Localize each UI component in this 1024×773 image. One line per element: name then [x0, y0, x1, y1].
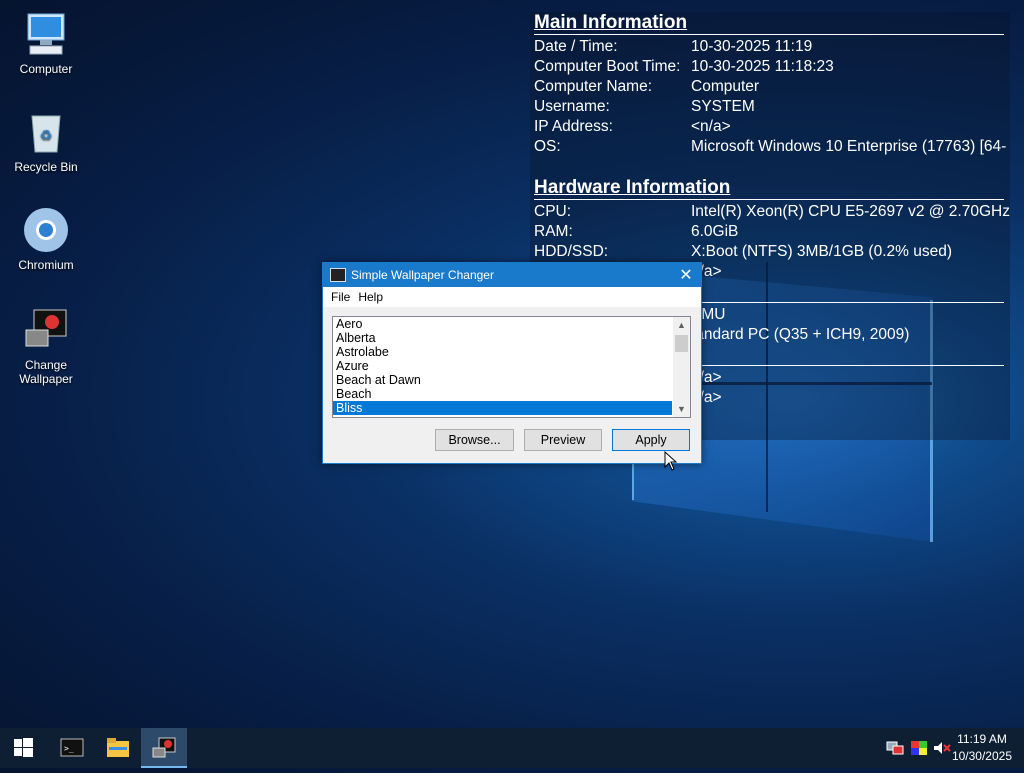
system-clock[interactable]: 11:19 AM 10/30/2025: [952, 731, 1012, 765]
info-key: IP Address:: [534, 118, 613, 135]
menu-file[interactable]: File: [327, 290, 354, 304]
info-key: Computer Boot Time:: [534, 58, 681, 75]
list-item[interactable]: Beach: [333, 387, 672, 401]
browse-button[interactable]: Browse...: [435, 429, 514, 451]
clock-time: 11:19 AM: [957, 732, 1007, 746]
scroll-up-icon[interactable]: ▲: [673, 317, 690, 333]
info-key: HDD/SSD:: [534, 243, 609, 260]
info-row: Computer Boot Time: 10-30-2025 11:18:23: [530, 57, 1010, 77]
recycle-bin-icon: ♻: [22, 108, 70, 156]
divider: [534, 199, 1004, 200]
desktop-icon-label: Computer: [19, 62, 73, 76]
info-value: SYSTEM: [691, 98, 755, 115]
info-value: 6.0GiB: [691, 223, 739, 240]
scroll-down-icon[interactable]: ▼: [673, 401, 690, 417]
info-row: CPU: Intel(R) Xeon(R) CPU E5-2697 v2 @ 2.…: [530, 202, 1010, 222]
info-value: tandard PC (Q35 + ICH9, 2009): [691, 326, 910, 343]
info-value: 10-30-2025 11:19: [691, 38, 813, 55]
preview-button[interactable]: Preview: [524, 429, 602, 451]
file-explorer-icon: [107, 738, 129, 757]
desktop-icon-label: Recycle Bin: [14, 160, 78, 174]
window-title: Simple Wallpaper Changer: [351, 268, 494, 282]
info-key: RAM:: [534, 223, 573, 240]
list-item[interactable]: Alberta: [333, 331, 672, 345]
wallpaper-list[interactable]: Aero Alberta Astrolabe Azure Beach at Da…: [332, 316, 691, 418]
command-prompt-icon: >_: [60, 738, 84, 757]
list-item-selected[interactable]: Bliss: [333, 401, 672, 415]
info-value: X:Boot (NTFS) 3MB/1GB (0.2% used): [691, 243, 953, 260]
wallpaper-app-icon: [330, 268, 346, 282]
apply-button[interactable]: Apply: [612, 429, 690, 451]
start-button[interactable]: [0, 728, 46, 768]
clock-date: 10/30/2025: [951, 749, 1012, 763]
info-key: Username:: [534, 98, 610, 115]
menu-bar: File Help: [323, 287, 701, 307]
info-row: Computer Name: Computer: [530, 77, 1010, 97]
title-bar[interactable]: Simple Wallpaper Changer ✕: [323, 263, 701, 287]
info-key: Computer Name:: [534, 78, 653, 95]
desktop-icon-recycle-bin[interactable]: ♻ Recycle Bin: [6, 108, 86, 174]
desktop-icon-label: Change Wallpaper: [19, 358, 73, 386]
display-settings-icon[interactable]: [910, 740, 928, 756]
info-row: IP Address: <n/a>: [530, 117, 1010, 137]
menu-help[interactable]: Help: [354, 290, 387, 304]
divider: [534, 34, 1004, 35]
taskbar-wallpaper-changer[interactable]: [141, 728, 187, 768]
info-row: OS: Microsoft Windows 10 Enterprise (1776…: [530, 137, 1010, 157]
wallpaper-app-icon: [22, 306, 70, 354]
network-icon[interactable]: [886, 740, 904, 756]
info-key: OS:: [534, 138, 561, 155]
list-item[interactable]: Beach at Dawn: [333, 373, 672, 387]
info-row: Username: SYSTEM: [530, 97, 1010, 117]
list-item[interactable]: Astrolabe: [333, 345, 672, 359]
desktop-icon-label: Chromium: [18, 258, 74, 272]
info-row: HDD/SSD: X:Boot (NTFS) 3MB/1GB (0.2% used…: [530, 242, 1010, 262]
scrollbar-thumb[interactable]: [675, 335, 688, 352]
info-value: Computer: [691, 78, 760, 95]
info-value: <n/a>: [691, 118, 731, 135]
list-scrollbar[interactable]: ▲ ▼: [673, 317, 690, 417]
info-value: Intel(R) Xeon(R) CPU E5-2697 v2 @ 2.70GH…: [691, 203, 1010, 220]
taskbar-file-explorer[interactable]: [95, 728, 141, 768]
info-key: Date / Time:: [534, 38, 618, 55]
info-key: CPU:: [534, 203, 572, 220]
close-button[interactable]: ✕: [671, 265, 701, 285]
info-row: RAM: 6.0GiB: [530, 222, 1010, 242]
main-info-title: Main Information: [534, 12, 688, 33]
svg-text:♻: ♻: [40, 127, 53, 143]
hardware-info-title: Hardware Information: [534, 177, 731, 198]
desktop-icon-change-wallpaper[interactable]: Change Wallpaper: [6, 306, 86, 386]
desktop-icon-chromium[interactable]: Chromium: [6, 206, 86, 272]
list-item[interactable]: Aero: [333, 317, 672, 331]
wallpaper-changer-icon: [152, 737, 176, 758]
computer-icon: [22, 10, 70, 58]
list-item[interactable]: Azure: [333, 359, 672, 373]
volume-muted-icon[interactable]: [933, 740, 951, 756]
desktop-icon-computer[interactable]: Computer: [6, 10, 86, 76]
wallpaper-changer-window: Simple Wallpaper Changer ✕ File Help Aer…: [322, 262, 702, 464]
taskbar-command-prompt[interactable]: >_: [49, 728, 95, 768]
taskbar: >_ 11:19 AM 10/30/2025: [0, 728, 1024, 768]
info-row: Date / Time: 10-30-2025 11:19: [530, 37, 1010, 57]
info-value: Microsoft Windows 10 Enterprise (17763) …: [691, 138, 1007, 155]
windows-logo-icon: [14, 738, 33, 757]
mouse-cursor-icon: [664, 451, 678, 471]
info-value: 10-30-2025 11:18:23: [691, 58, 834, 75]
chromium-icon: [22, 206, 70, 254]
svg-text:>_: >_: [64, 744, 74, 753]
